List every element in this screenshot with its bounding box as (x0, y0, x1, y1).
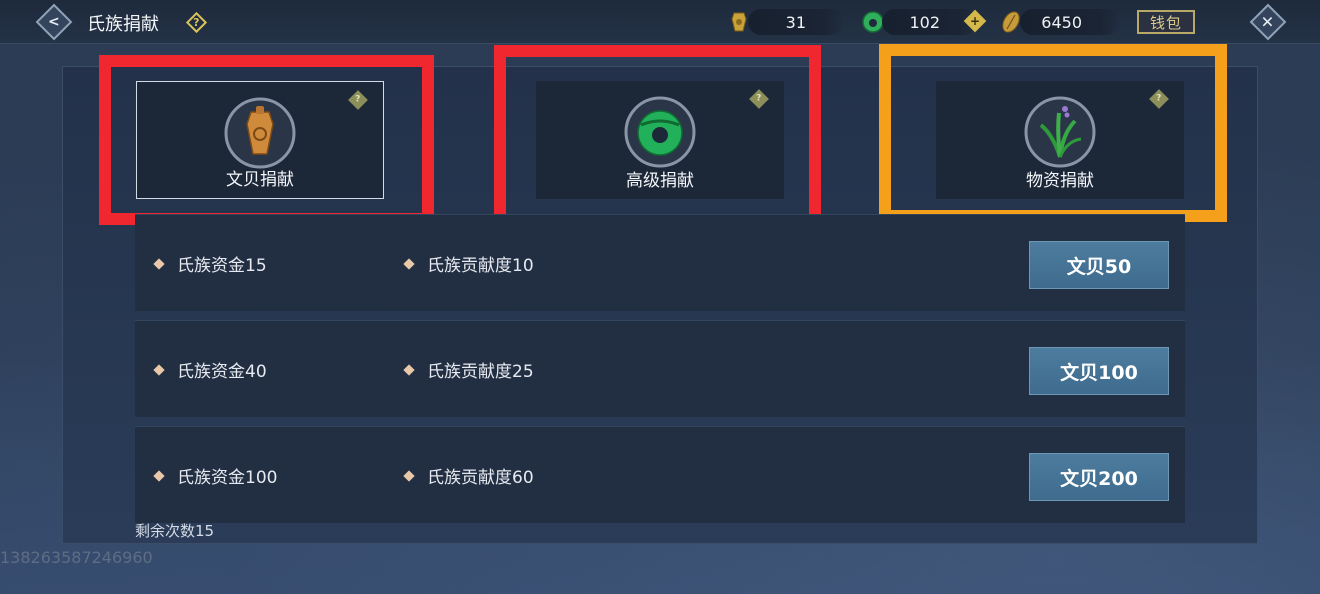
currency-shell-value: 6450 (1041, 12, 1082, 32)
highlight-box (494, 45, 821, 235)
diamond-bullet-icon (403, 363, 415, 376)
donation-row: 氏族资金100 氏族贡献度60 文贝200 (135, 426, 1185, 523)
remaining-count: 剩余次数15 (135, 522, 215, 540)
clan-fund-reward: 氏族资金15 (153, 215, 267, 312)
clan-fund-reward: 氏族资金100 (153, 427, 277, 524)
diamond-bullet-icon (153, 257, 165, 270)
contribution-reward: 氏族贡献度10 (403, 215, 534, 312)
highlight-box (879, 44, 1227, 222)
currency-jade: 102 (882, 9, 978, 35)
diamond-bullet-icon (153, 363, 165, 376)
close-icon: ✕ (1249, 3, 1287, 41)
diamond-bullet-icon (403, 257, 415, 270)
back-arrow-icon: < (35, 3, 73, 41)
contribution-reward: 氏族贡献度60 (403, 427, 534, 524)
page-title: 氏族捐献 (87, 14, 159, 35)
donation-row: 氏族资金40 氏族贡献度25 文贝100 (135, 320, 1185, 417)
donate-button[interactable]: 文贝100 (1029, 347, 1169, 395)
currency-jade-value: 102 (909, 12, 940, 32)
highlight-box (99, 55, 434, 225)
clan-fund-reward: 氏族资金40 (153, 321, 267, 418)
wallet-button[interactable]: 钱包 (1137, 10, 1195, 34)
currency-shell: 6450 (1020, 9, 1120, 35)
top-bar: < 氏族捐献 ? 31 102 + 6450 钱包 ✕ (0, 0, 1320, 44)
donate-button[interactable]: 文贝200 (1029, 453, 1169, 501)
help-icon[interactable]: ? (185, 11, 207, 33)
close-button[interactable]: ✕ (1249, 3, 1287, 41)
contribution-reward: 氏族贡献度25 (403, 321, 534, 418)
donate-button[interactable]: 文贝50 (1029, 241, 1169, 289)
donation-row: 氏族资金15 氏族贡献度10 文贝50 (135, 214, 1185, 311)
diamond-bullet-icon (153, 469, 165, 482)
diamond-bullet-icon (403, 469, 415, 482)
currency-bronze: 31 (748, 9, 844, 35)
user-id: 13826358724696​0 (0, 548, 153, 567)
currency-bronze-value: 31 (785, 12, 806, 32)
back-button[interactable]: < (35, 3, 73, 41)
